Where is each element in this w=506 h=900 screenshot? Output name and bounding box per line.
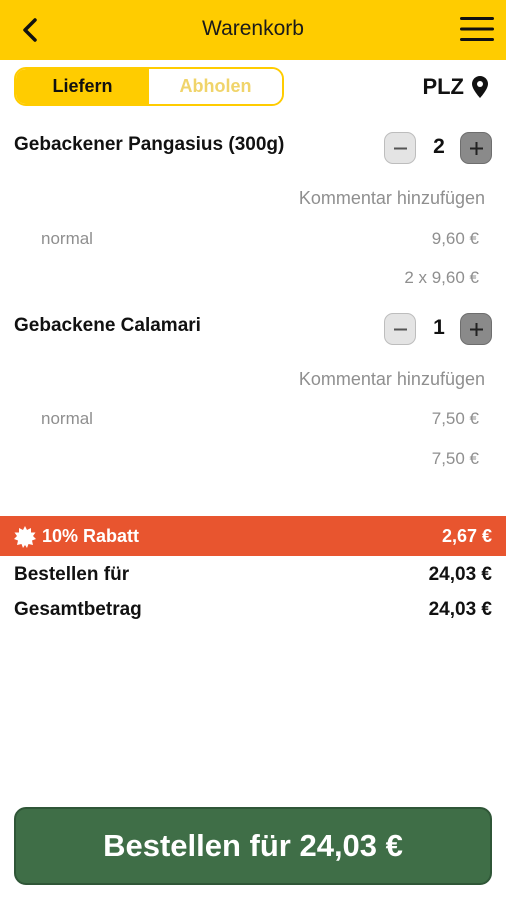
postal-code-label: PLZ (422, 74, 464, 99)
hamburger-menu-icon[interactable] (460, 16, 494, 42)
quantity-stepper: 1 (384, 312, 494, 346)
toggle-option-liefern[interactable]: Liefern (16, 69, 149, 104)
order-for-label: Bestellen für (14, 564, 130, 585)
item-unit-price: 7,50 € (431, 409, 479, 428)
add-comment-link[interactable]: Kommentar hinzufügen (299, 369, 485, 390)
add-comment-link[interactable]: Kommentar hinzufügen (299, 188, 485, 209)
discount-label: 10% Rabatt (42, 526, 140, 546)
item-line-total: 2 x 9,60 € (404, 268, 479, 287)
discount-bar: 10% Rabatt 2,67 € (0, 516, 506, 556)
item-line-total: 7,50 € (431, 449, 479, 468)
decrease-quantity-button[interactable] (384, 132, 416, 164)
place-order-button[interactable]: Bestellen für 24,03 € (14, 807, 492, 885)
plus-icon (470, 323, 483, 336)
decrease-quantity-button[interactable] (384, 313, 416, 345)
item-variant: normal (41, 409, 93, 428)
item-unit-price: 9,60 € (431, 229, 479, 248)
increase-quantity-button[interactable] (460, 132, 492, 164)
increase-quantity-button[interactable] (460, 313, 492, 345)
page-title: Warenkorb (202, 17, 304, 40)
order-for-value: 24,03 € (428, 564, 492, 585)
quantity-value: 2 (433, 135, 445, 158)
minus-icon (394, 147, 407, 150)
delivery-mode-toggle: Liefern Abholen (14, 67, 284, 106)
total-label: Gesamtbetrag (14, 599, 142, 620)
toggle-option-abholen[interactable]: Abholen (149, 69, 282, 104)
discount-value: 2,67 € (441, 526, 492, 546)
location-pin-icon (472, 76, 488, 98)
cart-item-name: Gebackene Calamari (14, 315, 201, 336)
quantity-value: 1 (433, 316, 445, 339)
total-value: 24,03 € (428, 599, 492, 620)
cart-item-name: Gebackener Pangasius (300g) (14, 134, 285, 155)
minus-icon (394, 328, 407, 331)
quantity-stepper: 2 (384, 131, 494, 165)
top-app-bar: Warenkorb (0, 0, 506, 60)
item-variant: normal (41, 229, 93, 248)
plus-icon (470, 142, 483, 155)
postal-code-selector[interactable]: PLZ (422, 74, 488, 100)
badge-burst-icon (14, 526, 36, 548)
